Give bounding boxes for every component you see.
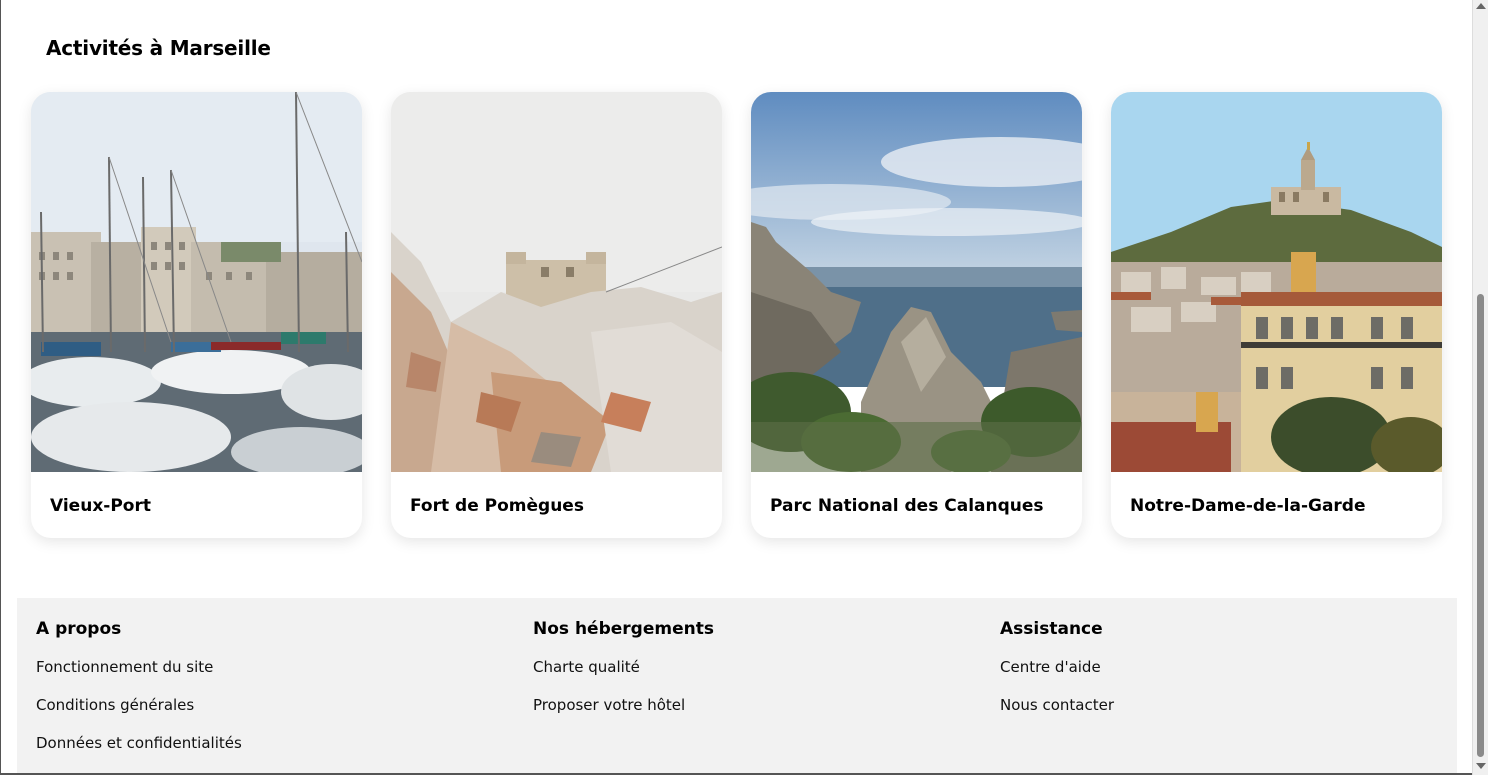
footer-link-contact[interactable]: Nous contacter [1000,694,1114,716]
activity-card-label: Vieux-Port [50,496,151,516]
scroll-down-arrow-icon[interactable] [1476,763,1486,769]
footer-link-charte[interactable]: Charte qualité [533,656,714,678]
activity-card-label: Parc National des Calanques [770,496,1044,516]
scrollbar-thumb[interactable] [1477,294,1484,757]
footer-col-title: Nos hébergements [533,619,714,639]
footer-col-title: A propos [36,619,122,639]
window-border [0,0,1,775]
vieux-port-image [31,92,362,472]
activity-card-calanques[interactable]: Parc National des Calanques [751,92,1082,538]
activity-card-label: Notre-Dame-de-la-Garde [1130,496,1366,516]
footer-link-proposer-hotel[interactable]: Proposer votre hôtel [533,694,714,716]
footer-link-fonctionnement[interactable]: Fonctionnement du site [36,656,242,678]
activity-card-notre-dame-de-la-garde[interactable]: Notre-Dame-de-la-Garde [1111,92,1442,538]
activity-card-label: Fort de Pomègues [410,496,584,516]
scrollbar[interactable] [1472,0,1488,775]
footer: A propos Fonctionnement du site Conditio… [17,598,1457,773]
footer-link-conditions[interactable]: Conditions générales [36,694,242,716]
calanques-image [751,92,1082,472]
footer-col-assistance: Assistance Centre d'aide Nous contacter [1000,618,1114,716]
footer-col-title: Assistance [1000,619,1103,639]
footer-col-hebergements: Nos hébergements Charte qualité Proposer… [533,618,714,716]
notre-dame-de-la-garde-image [1111,92,1442,472]
footer-link-centre-aide[interactable]: Centre d'aide [1000,656,1114,678]
footer-col-a-propos: A propos Fonctionnement du site Conditio… [36,618,242,754]
fort-de-pomegues-image [391,92,722,472]
activity-card-vieux-port[interactable]: Vieux-Port [31,92,362,538]
activities-title: Activités à Marseille [46,36,271,60]
activity-card-fort-de-pomegues[interactable]: Fort de Pomègues [391,92,722,538]
footer-link-donnees[interactable]: Données et confidentialités [36,732,242,754]
scroll-up-arrow-icon[interactable] [1476,3,1486,9]
